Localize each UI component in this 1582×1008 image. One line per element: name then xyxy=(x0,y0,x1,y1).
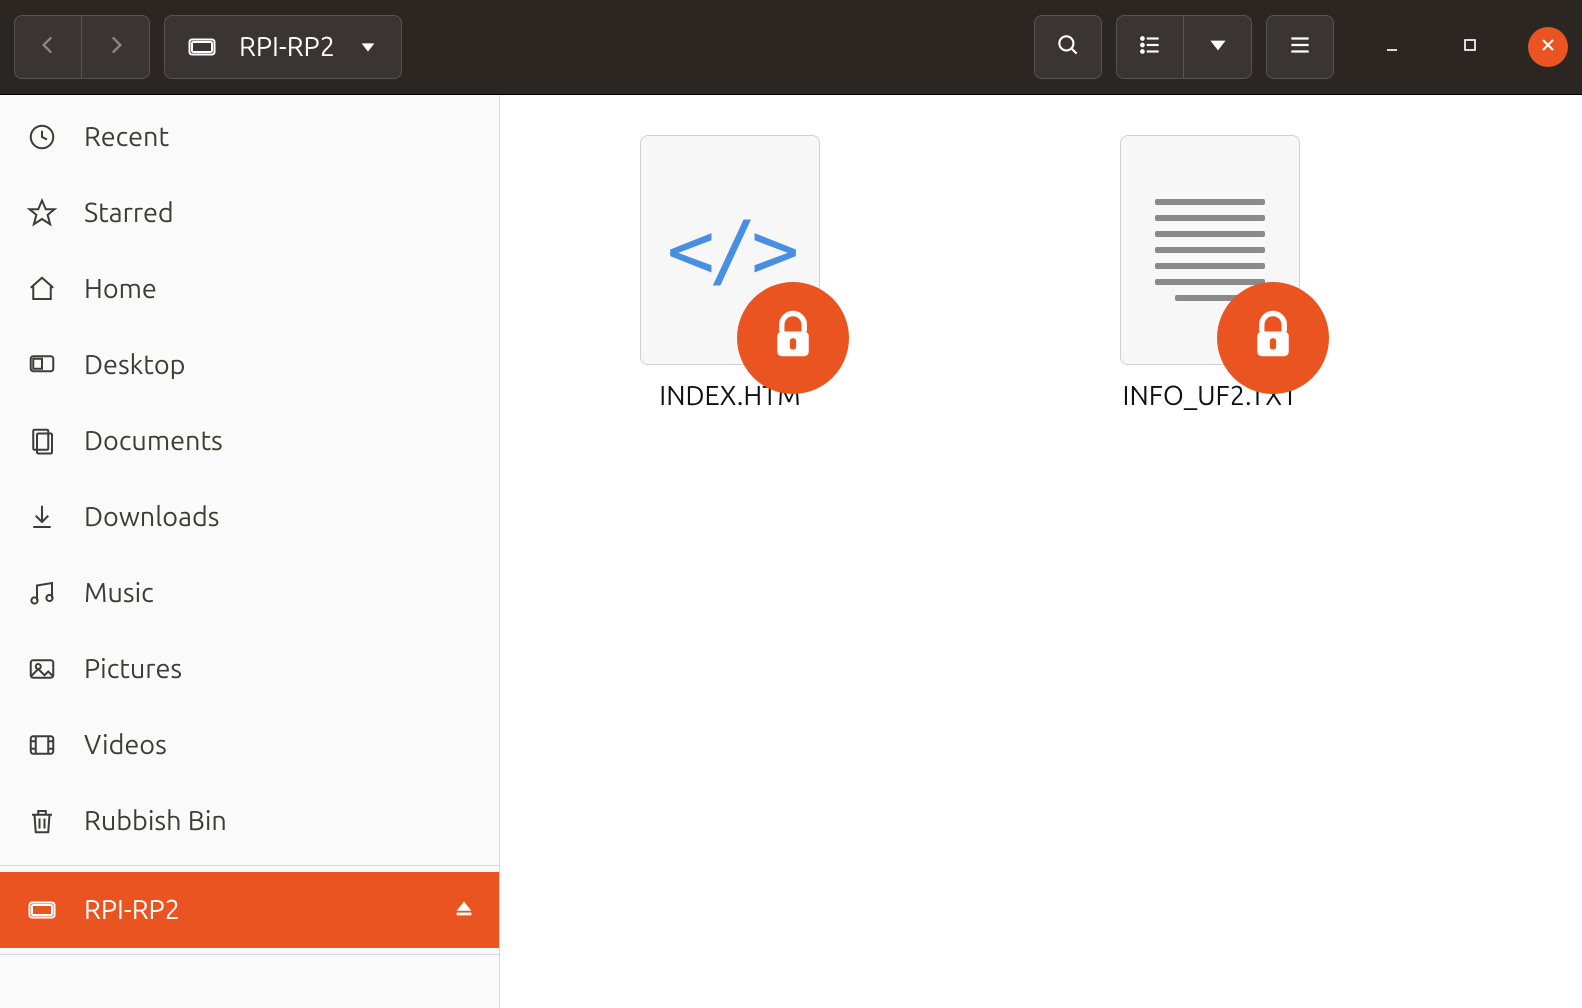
view-mode-group xyxy=(1116,15,1252,79)
search-icon xyxy=(1055,32,1081,62)
videos-icon xyxy=(24,730,60,760)
sidebar-item-home[interactable]: Home xyxy=(0,251,499,327)
hamburger-icon xyxy=(1287,32,1313,62)
sidebar-item-label: Documents xyxy=(84,426,223,456)
html-file-icon: </> xyxy=(667,204,794,297)
sidebar-item-starred[interactable]: Starred xyxy=(0,175,499,251)
sidebar-separator xyxy=(0,865,499,866)
sidebar-item-label: Home xyxy=(84,274,157,304)
documents-icon xyxy=(24,426,60,456)
sidebar-item-pictures[interactable]: Pictures xyxy=(0,631,499,707)
file-item[interactable]: </> INDEX.HTM xyxy=(640,135,820,411)
sidebar-separator xyxy=(0,954,499,955)
sidebar-item-label: Recent xyxy=(84,122,169,152)
pictures-icon xyxy=(24,654,60,684)
sidebar-item-trash[interactable]: Rubbish Bin xyxy=(0,783,499,859)
home-icon xyxy=(24,274,60,304)
view-options-button[interactable] xyxy=(1184,15,1252,79)
drive-icon xyxy=(24,895,60,925)
lock-badge xyxy=(737,282,849,394)
sidebar-item-label: Music xyxy=(84,578,154,608)
download-icon xyxy=(24,502,60,532)
sidebar-item-label: Downloads xyxy=(84,502,219,532)
nav-back-forward-group xyxy=(14,15,150,79)
eject-icon xyxy=(453,895,475,925)
sidebar-item-label: Rubbish Bin xyxy=(84,806,227,836)
sidebar-item-recent[interactable]: Recent xyxy=(0,99,499,175)
sidebar-item-label: Starred xyxy=(84,198,174,228)
sidebar-item-label: Desktop xyxy=(84,350,185,380)
sidebar-item-documents[interactable]: Documents xyxy=(0,403,499,479)
eject-button[interactable] xyxy=(453,895,475,925)
sidebar-item-label: Pictures xyxy=(84,654,182,684)
trash-icon xyxy=(24,806,60,836)
maximize-button[interactable] xyxy=(1450,27,1490,67)
forward-button[interactable] xyxy=(82,15,150,79)
sidebar: Recent Starred Home Desktop Documents xyxy=(0,95,500,1008)
chevron-down-icon xyxy=(1205,32,1231,62)
lock-badge xyxy=(1217,282,1329,394)
sidebar-item-videos[interactable]: Videos xyxy=(0,707,499,783)
file-thumbnail xyxy=(1120,135,1300,365)
list-icon xyxy=(1137,32,1163,62)
file-grid[interactable]: </> INDEX.HTM xyxy=(500,95,1582,1008)
window-body: Recent Starred Home Desktop Documents xyxy=(0,95,1582,1008)
sidebar-item-desktop[interactable]: Desktop xyxy=(0,327,499,403)
path-location-label: RPI-RP2 xyxy=(239,32,335,62)
minimize-button[interactable] xyxy=(1372,27,1412,67)
header-bar: RPI-RP2 xyxy=(0,0,1582,95)
text-file-icon xyxy=(1155,199,1265,301)
close-icon xyxy=(1538,35,1558,59)
music-icon xyxy=(24,578,60,608)
path-bar[interactable]: RPI-RP2 xyxy=(164,15,402,79)
hamburger-menu-button[interactable] xyxy=(1266,15,1334,79)
search-button[interactable] xyxy=(1034,15,1102,79)
lock-icon xyxy=(766,309,820,367)
list-view-button[interactable] xyxy=(1116,15,1184,79)
chevron-right-icon xyxy=(103,32,129,62)
path-dropdown-icon[interactable] xyxy=(357,36,379,58)
file-thumbnail: </> xyxy=(640,135,820,365)
file-item[interactable]: INFO_UF2.TXT xyxy=(1120,135,1300,411)
sidebar-item-label: Videos xyxy=(84,730,167,760)
sidebar-item-downloads[interactable]: Downloads xyxy=(0,479,499,555)
drive-icon xyxy=(187,32,217,62)
chevron-left-icon xyxy=(35,32,61,62)
sidebar-item-label: RPI-RP2 xyxy=(84,895,180,925)
sidebar-mount-rpi-rp2[interactable]: RPI-RP2 xyxy=(0,872,499,948)
minimize-icon xyxy=(1382,35,1402,59)
star-icon xyxy=(24,198,60,228)
back-button[interactable] xyxy=(14,15,82,79)
sidebar-item-music[interactable]: Music xyxy=(0,555,499,631)
close-button[interactable] xyxy=(1528,27,1568,67)
clock-icon xyxy=(24,122,60,152)
desktop-icon xyxy=(24,350,60,380)
lock-icon xyxy=(1246,309,1300,367)
maximize-icon xyxy=(1460,35,1480,59)
